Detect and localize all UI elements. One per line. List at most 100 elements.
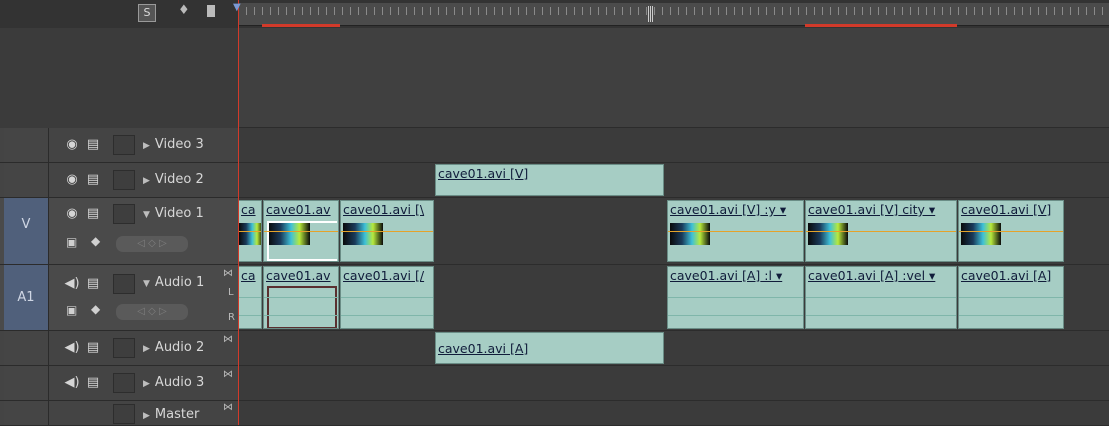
sync-lock-icon[interactable]: ▤ xyxy=(83,171,103,189)
clip-audio[interactable]: cave01.avi [/ xyxy=(340,266,434,329)
clip-audio[interactable]: cave01.av xyxy=(263,266,339,329)
source-patch-empty[interactable] xyxy=(4,331,49,365)
expand-triangle-icon[interactable]: ▶ xyxy=(143,344,150,354)
opacity-line[interactable] xyxy=(806,231,956,232)
track-name[interactable]: ▶ Video 2 xyxy=(143,172,204,187)
opacity-line[interactable] xyxy=(668,231,803,232)
keyframe-icon[interactable]: ◆ xyxy=(91,302,100,316)
zoom-handle-icon[interactable] xyxy=(648,6,654,22)
add-marker-icon[interactable] xyxy=(207,5,215,17)
source-patch-empty[interactable] xyxy=(4,366,49,400)
source-patch-empty xyxy=(4,401,49,425)
track-name[interactable]: ▶ Audio 3 xyxy=(143,375,204,390)
lock-toggle[interactable] xyxy=(113,204,135,224)
lane-audio3[interactable] xyxy=(238,366,1109,401)
speaker-icon[interactable]: ◀) xyxy=(62,339,82,357)
clip-video[interactable]: cave01.avi [V] :y ▾ xyxy=(667,200,804,262)
time-ruler[interactable] xyxy=(238,3,1109,26)
sync-lock-icon[interactable]: ▤ xyxy=(83,275,103,293)
lock-toggle[interactable] xyxy=(113,373,135,393)
volume-line[interactable] xyxy=(668,297,803,298)
waveform-icon[interactable]: ▣ xyxy=(66,303,77,317)
speaker-icon[interactable]: ◀) xyxy=(62,374,82,392)
lock-toggle[interactable] xyxy=(113,135,135,155)
keyframe-icon[interactable]: ◆ xyxy=(91,234,100,248)
volume-line[interactable] xyxy=(668,315,803,316)
target-patch-a1[interactable]: A1 xyxy=(4,265,49,330)
volume-line[interactable] xyxy=(959,315,1063,316)
opacity-line[interactable] xyxy=(239,231,261,232)
volume-line[interactable] xyxy=(806,315,956,316)
volume-line[interactable] xyxy=(341,297,433,298)
lane-master[interactable] xyxy=(238,401,1109,426)
lane-video2[interactable]: cave01.avi [V] xyxy=(238,163,1109,198)
collapse-triangle-icon[interactable]: ▼ xyxy=(143,279,150,289)
work-area-bar[interactable] xyxy=(262,24,340,27)
eye-icon[interactable]: ◉ xyxy=(62,136,82,154)
clip-name: ca xyxy=(241,202,256,217)
volume-line[interactable] xyxy=(806,297,956,298)
volume-line[interactable] xyxy=(959,297,1063,298)
clip-video[interactable]: cave01.avi [V] xyxy=(435,164,664,196)
clip-audio[interactable]: cave01.avi [A] :vel ▾ xyxy=(805,266,957,329)
source-patch-empty[interactable] xyxy=(4,128,49,162)
clip-video[interactable]: cave01.av xyxy=(263,200,339,262)
work-area-bar[interactable] xyxy=(805,24,957,27)
volume-line[interactable] xyxy=(341,315,433,316)
clip-audio[interactable]: cave01.avi [A] xyxy=(435,332,664,364)
clip-video[interactable]: cave01.avi [V] city ▾ xyxy=(805,200,957,262)
expand-triangle-icon[interactable]: ▶ xyxy=(143,411,150,421)
channel-label-r: R xyxy=(228,312,235,323)
opacity-line[interactable] xyxy=(264,231,338,232)
clip-video[interactable]: cave01.avi [V] xyxy=(958,200,1064,262)
volume-line[interactable] xyxy=(239,315,261,316)
lock-toggle[interactable] xyxy=(113,170,135,190)
snap-icon[interactable]: S xyxy=(138,4,156,22)
playhead[interactable] xyxy=(238,0,239,425)
target-label: V xyxy=(21,217,31,232)
track-name[interactable]: ▼ Video 1 xyxy=(143,206,204,221)
volume-line[interactable] xyxy=(264,297,338,298)
sync-lock-icon[interactable]: ▤ xyxy=(83,374,103,392)
opacity-line[interactable] xyxy=(341,231,433,232)
expand-triangle-icon[interactable]: ▶ xyxy=(143,176,150,186)
track-name[interactable]: ▼ Audio 1 xyxy=(143,275,204,290)
track-header-video2: ◉ ▤ ▶ Video 2 xyxy=(0,163,238,198)
track-name[interactable]: ▶ Video 3 xyxy=(143,137,204,152)
volume-line[interactable] xyxy=(239,297,261,298)
keyframe-navigator[interactable]: ◁ ◇ ▷ xyxy=(116,304,188,320)
clip-audio[interactable]: cave01.avi [A] xyxy=(958,266,1064,329)
marker-icon[interactable]: ♦ xyxy=(178,3,190,18)
clip-audio[interactable]: ca xyxy=(238,266,262,329)
clip-name: cave01.avi [V] :y ▾ xyxy=(670,202,787,217)
expand-triangle-icon[interactable]: ▶ xyxy=(143,379,150,389)
lane-audio1[interactable]: ca cave01.av cave01.avi [/ cave01.avi [A… xyxy=(238,265,1109,331)
clip-video[interactable]: ca xyxy=(238,200,262,262)
lane-audio2[interactable]: cave01.avi [A] xyxy=(238,331,1109,366)
target-patch-v[interactable]: V xyxy=(4,198,49,264)
expand-triangle-icon[interactable]: ▶ xyxy=(143,141,150,151)
volume-line[interactable] xyxy=(264,315,338,316)
sync-lock-icon[interactable]: ▤ xyxy=(83,339,103,357)
lock-toggle[interactable] xyxy=(113,404,135,424)
collapse-triangle-icon[interactable]: ▼ xyxy=(143,210,150,220)
timeline-empty-area[interactable] xyxy=(238,28,1109,128)
lane-video1[interactable]: ca cave01.av cave01.avi [\ cave01.avi [V… xyxy=(238,198,1109,265)
keyframe-navigator[interactable]: ◁ ◇ ▷ xyxy=(116,236,188,252)
lane-video3[interactable] xyxy=(238,128,1109,163)
source-patch-empty[interactable] xyxy=(4,163,49,197)
sync-lock-icon[interactable]: ▤ xyxy=(83,205,103,223)
lock-toggle[interactable] xyxy=(113,274,135,294)
display-style-icon[interactable]: ▣ xyxy=(66,235,77,249)
clip-audio[interactable]: cave01.avi [A] :l ▾ xyxy=(667,266,804,329)
sync-lock-icon[interactable]: ▤ xyxy=(83,136,103,154)
opacity-line[interactable] xyxy=(959,231,1063,232)
track-name[interactable]: ▶ Audio 2 xyxy=(143,340,204,355)
eye-icon[interactable]: ◉ xyxy=(62,171,82,189)
track-name[interactable]: ▶ Master xyxy=(143,407,199,422)
eye-icon[interactable]: ◉ xyxy=(62,205,82,223)
speaker-icon[interactable]: ◀) xyxy=(62,275,82,293)
playhead-handle-icon[interactable]: ▼ xyxy=(233,2,241,13)
clip-video[interactable]: cave01.avi [\ xyxy=(340,200,434,262)
lock-toggle[interactable] xyxy=(113,338,135,358)
